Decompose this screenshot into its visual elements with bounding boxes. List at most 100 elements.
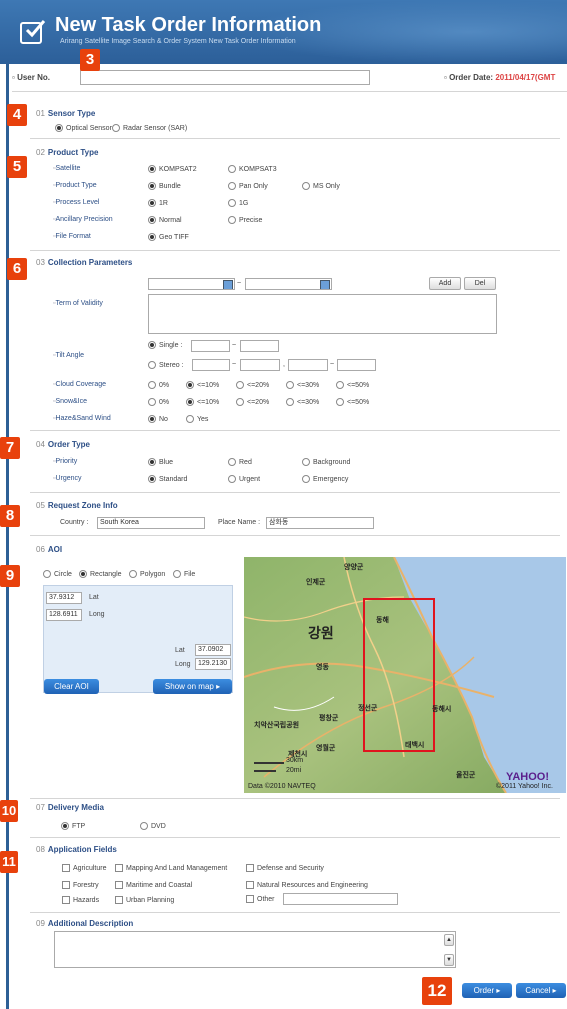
divider [30,535,560,536]
radio-aoi-file[interactable]: File [173,570,195,578]
map-label-yeongwol: 영월군 [316,745,336,752]
radio-cloud-30[interactable]: <=30% [286,381,319,389]
step-badge-7: 7 [0,437,20,459]
checkbox-defense[interactable]: Defense and Security [246,864,324,872]
aoi-map[interactable]: 인제군 양양군 강원 동해 영동 동해시 평창군 정선군 치악산국립공원 영월군… [244,557,566,793]
radio-dvd[interactable]: DVD [140,822,166,830]
tilt-stereo-4-input[interactable] [337,359,376,371]
aoi-long1-input[interactable]: 128.6911 [46,609,82,621]
user-no-input[interactable] [80,70,370,85]
order-button[interactable]: Order ▸ [462,983,512,998]
calendar-icon[interactable] [320,280,330,289]
order-date: ▫ Order Date: 2011/04/17(GMT [444,73,556,82]
step-badge-4: 4 [7,104,27,126]
place-name-input[interactable]: 삼화동 [266,517,374,529]
add-button[interactable]: Add [429,277,461,290]
checkbox-urban-planning[interactable]: Urban Planning [115,896,174,904]
radio-tilt-single[interactable]: Single : [148,341,182,349]
radio-snow-20[interactable]: <=20% [236,398,269,406]
radio-kompsat2[interactable]: KOMPSAT2 [148,165,197,173]
map-label-samcheok: 동해시 [432,706,452,713]
map-scale-km: 30km [286,757,304,764]
tilt-stereo-1-input[interactable] [192,359,230,371]
radio-1g[interactable]: 1G [228,199,248,207]
checkbox-mapping[interactable]: Mapping And Land Management [115,864,227,872]
radio-urgency-standard[interactable]: Standard [148,475,187,483]
label-urgency: Urgency [53,475,81,482]
divider [12,91,567,92]
radio-priority-red[interactable]: Red [228,458,252,466]
tilt-single-max-input[interactable] [240,340,279,352]
radio-1r[interactable]: 1R [148,199,168,207]
aoi-long2-input[interactable]: 129.2130 [195,658,231,670]
radio-priority-background[interactable]: Background [302,458,350,466]
del-button[interactable]: Del [464,277,496,290]
scroll-up-icon[interactable]: ▲ [444,934,454,946]
checkbox-forestry[interactable]: Forestry [62,881,99,889]
yahoo-logo: YAHOO! [506,771,549,783]
aoi-lat2-input[interactable]: 37.0902 [195,644,231,656]
other-field-input[interactable] [283,893,398,905]
calendar-icon[interactable] [223,280,233,289]
scroll-down-icon[interactable]: ▼ [444,954,454,966]
radio-bundle[interactable]: Bundle [148,182,181,190]
radio-ms-only[interactable]: MS Only [302,182,340,190]
checkbox-hazards[interactable]: Hazards [62,896,99,904]
validity-end-input[interactable] [245,278,332,290]
validity-start-input[interactable] [148,278,235,290]
radio-aoi-circle[interactable]: Circle [43,570,72,578]
country-input[interactable]: South Korea [97,517,205,529]
radio-urgency-emergency[interactable]: Emergency [302,475,348,483]
section-delivery-media: 07 Delivery Media [36,803,104,812]
radio-pan-only[interactable]: Pan Only [228,182,268,190]
tilt-stereo-3-input[interactable] [288,359,328,371]
step-badge-5: 5 [7,156,27,178]
divider [30,430,560,431]
radio-kompsat3[interactable]: KOMPSAT3 [228,165,277,173]
radio-snow-10[interactable]: <=10% [186,398,219,406]
show-on-map-button[interactable]: Show on map ▸ [153,679,232,694]
radio-snow-30[interactable]: <=30% [286,398,319,406]
checkbox-other[interactable]: Other [246,895,275,903]
map-label-yeongdong: 영동 [316,664,329,671]
validity-list[interactable] [148,294,497,334]
checkbox-agriculture[interactable]: Agriculture [62,864,106,872]
step-badge-9: 9 [0,565,20,587]
tilde: ~ [330,361,335,368]
radio-radar-sensor[interactable]: Radar Sensor (SAR) [112,124,187,132]
radio-precise[interactable]: Precise [228,216,262,224]
radio-aoi-rectangle[interactable]: Rectangle [79,570,122,578]
radio-aoi-polygon[interactable]: Polygon [129,570,165,578]
checkbox-maritime[interactable]: Maritime and Coastal [115,881,192,889]
radio-geo-tiff[interactable]: Geo TIFF [148,233,189,241]
cancel-button[interactable]: Cancel ▸ [516,983,566,998]
radio-cloud-0[interactable]: 0% [148,381,169,389]
user-row: ▫ User No. ▫ Order Date: 2011/04/17(GMT [12,70,567,86]
tilt-single-min-input[interactable] [191,340,230,352]
section-collection-parameters: 03 Collection Parameters [36,258,133,267]
section-additional-description: 09 Additional Description [36,919,134,928]
radio-optical-sensor[interactable]: Optical Sensor [55,124,112,132]
radio-haze-no[interactable]: No [148,415,168,423]
tilde: ~ [237,280,242,287]
clear-aoi-button[interactable]: Clear AOI [44,679,99,694]
checkbox-natural-resources[interactable]: Natural Resources and Engineering [246,881,368,889]
map-scale-mi: 20mi [286,767,302,774]
checkbox-logo-icon [20,20,46,44]
map-label-taebaek: 태백시 [405,742,425,749]
radio-cloud-50[interactable]: <=50% [336,381,369,389]
radio-cloud-10[interactable]: <=10% [186,381,219,389]
radio-haze-yes[interactable]: Yes [186,415,208,423]
tilt-stereo-2-input[interactable] [240,359,280,371]
radio-snow-0[interactable]: 0% [148,398,169,406]
radio-ftp[interactable]: FTP [61,822,85,830]
radio-tilt-stereo[interactable]: Stereo : [148,361,184,369]
description-textarea[interactable] [54,931,456,968]
radio-priority-blue[interactable]: Blue [148,458,173,466]
radio-cloud-20[interactable]: <=20% [236,381,269,389]
aoi-lat1-input[interactable]: 37.9312 [46,592,82,604]
radio-urgency-urgent[interactable]: Urgent [228,475,260,483]
radio-normal[interactable]: Normal [148,216,182,224]
divider [30,912,560,913]
radio-snow-50[interactable]: <=50% [336,398,369,406]
